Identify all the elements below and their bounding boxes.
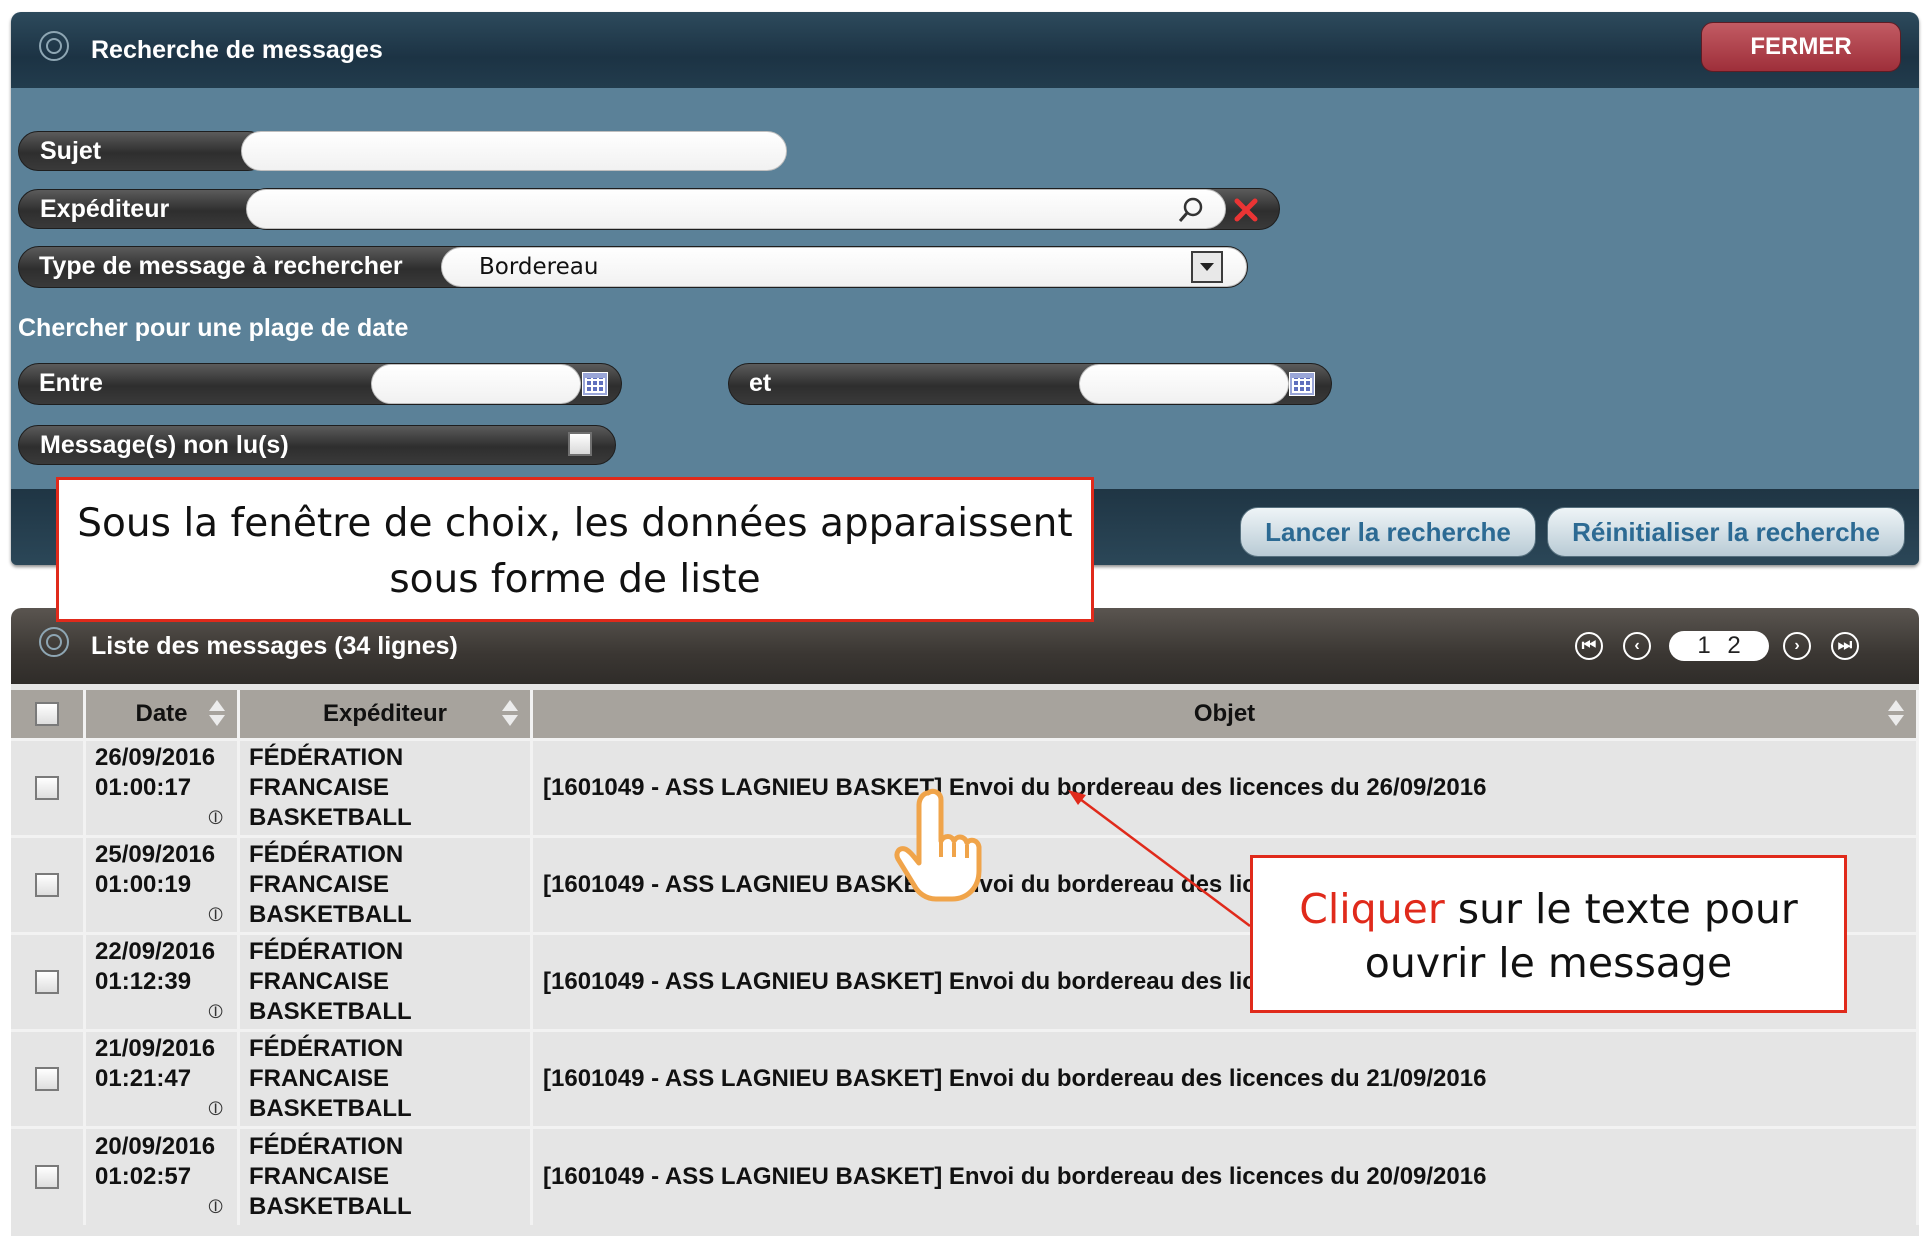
- click-instruction-callout: Cliquer sur le texte pour ouvrir le mess…: [1250, 855, 1847, 1013]
- callout-highlight: Cliquer: [1299, 885, 1445, 933]
- callout-text: sur le texte pour: [1444, 885, 1798, 933]
- pointer-arrow: [1068, 790, 1251, 928]
- callout-line: ouvrir le message: [1364, 939, 1733, 987]
- hand-pointer-icon: [894, 788, 982, 902]
- callout-line: Cliquer sur le texte pour: [1253, 882, 1844, 936]
